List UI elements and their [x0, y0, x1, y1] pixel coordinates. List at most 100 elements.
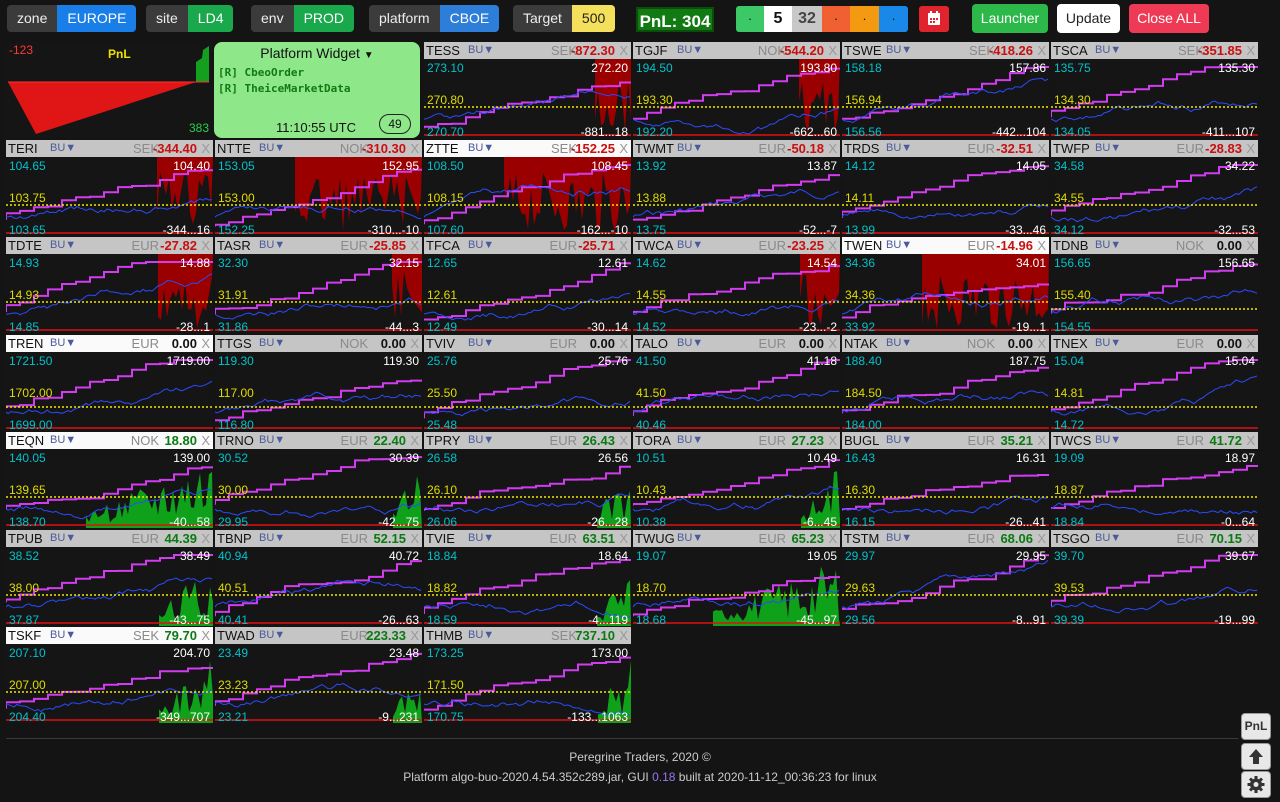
bu-dropdown[interactable]: BU▼: [1095, 432, 1121, 449]
bu-dropdown[interactable]: BU▼: [50, 627, 76, 644]
close-icon[interactable]: X: [410, 335, 419, 352]
bu-dropdown[interactable]: BU▼: [677, 335, 703, 352]
instrument-tile[interactable]: TWMT BU▼ EUR -50.18 X 13.92 13.88 13.75 13.87 -52…: [633, 139, 840, 236]
bu-dropdown[interactable]: BU▼: [50, 140, 76, 157]
tile-symbol[interactable]: TWUG: [635, 530, 675, 547]
instrument-tile[interactable]: TSKF BU▼ SEK 79.70 X 207.10 207.00 204.40 204.70…: [6, 627, 213, 723]
tile-header[interactable]: TRDS BU▼ EUR -32.51 X: [842, 139, 1049, 157]
tile-symbol[interactable]: TTGS: [217, 335, 252, 352]
instrument-tile[interactable]: TREN BU▼ EUR 0.00 X 1721.50 1702.00 1699.00 1719…: [6, 334, 213, 431]
site-selector[interactable]: site LD4: [146, 5, 234, 32]
instrument-tile[interactable]: ZTTE BU▼ SEK -152.25 X 108.50 108.15 107.60 108.…: [424, 139, 631, 236]
bu-dropdown[interactable]: BU▼: [1095, 237, 1121, 254]
close-icon[interactable]: X: [201, 140, 210, 157]
tile-header[interactable]: TRNO BU▼ EUR 22.40 X: [215, 432, 422, 449]
instrument-tile[interactable]: TWEN BU▼ EUR -14.96 X 34.36 34.36 33.92 34.01 -19…: [842, 237, 1049, 333]
instrument-tile[interactable]: THMB BU▼ SEK 737.10 X 173.25 171.50 170.75 173.0…: [424, 627, 631, 723]
instrument-tile[interactable]: TBNP BU▼ EUR 52.15 X 40.94 40.51 40.41 40.72 -26.…: [215, 529, 422, 626]
close-icon[interactable]: X: [1246, 335, 1255, 352]
zone-selector[interactable]: zone EUROPE: [7, 5, 137, 32]
update-button[interactable]: Update: [1057, 4, 1120, 33]
instrument-tile[interactable]: TASR BU▼ EUR -25.85 X 32.30 31.91 31.86 32.15 -44…: [215, 237, 422, 333]
instrument-tile[interactable]: TRDS BU▼ EUR -32.51 X 14.12 14.11 13.99 14.05 -33…: [842, 139, 1049, 236]
instrument-tile[interactable]: TSCA BU▼ SEK -351.85 X 135.75 134.30 134.05 135.…: [1051, 42, 1258, 138]
tile-header[interactable]: NTAK BU▼ NOK 0.00 X: [842, 334, 1049, 352]
counter-orange[interactable]: ·: [850, 6, 879, 32]
counter-red[interactable]: ·: [822, 6, 850, 32]
bu-dropdown[interactable]: BU▼: [1095, 140, 1121, 157]
instrument-tile[interactable]: TNEX BU▼ EUR 0.00 X 15.04 14.81 14.72 15.04: [1051, 334, 1258, 431]
tile-header[interactable]: TWEN BU▼ EUR -14.96 X: [842, 237, 1049, 254]
tile-header[interactable]: NTTE BU▼ NOK -310.30 X: [215, 139, 422, 157]
launcher-button[interactable]: Launcher: [972, 4, 1048, 33]
close-icon[interactable]: X: [619, 140, 628, 157]
bu-dropdown[interactable]: BU▼: [50, 237, 76, 254]
tile-symbol[interactable]: TGJF: [635, 42, 668, 59]
bu-dropdown[interactable]: BU▼: [677, 432, 703, 449]
tile-symbol[interactable]: TERI: [8, 140, 38, 157]
close-icon[interactable]: X: [201, 530, 210, 547]
tile-symbol[interactable]: TWCA: [635, 237, 673, 254]
tile-header[interactable]: TDTE BU▼ EUR -27.82 X: [6, 237, 213, 254]
tile-header[interactable]: ZTTE BU▼ SEK -152.25 X: [424, 139, 631, 157]
tile-symbol[interactable]: TRNO: [217, 432, 254, 449]
instrument-tile[interactable]: TWCA BU▼ EUR -23.25 X 14.62 14.55 14.52 14.54 -23…: [633, 237, 840, 333]
tile-header[interactable]: TWCA BU▼ EUR -23.25 X: [633, 237, 840, 254]
close-icon[interactable]: X: [619, 432, 628, 449]
counter-blue[interactable]: ·: [879, 6, 908, 32]
bu-dropdown[interactable]: BU▼: [259, 237, 285, 254]
close-icon[interactable]: X: [1246, 530, 1255, 547]
bu-dropdown[interactable]: BU▼: [468, 42, 494, 59]
close-icon[interactable]: X: [828, 530, 837, 547]
instrument-tile[interactable]: TDNB BU▼ NOK 0.00 X 156.65 155.40 154.55 156.65: [1051, 237, 1258, 333]
close-icon[interactable]: X: [619, 335, 628, 352]
counter-green[interactable]: ·: [736, 6, 764, 32]
tile-header[interactable]: TSGO BU▼ EUR 70.15 X: [1051, 529, 1258, 547]
bu-dropdown[interactable]: BU▼: [259, 627, 285, 644]
tile-header[interactable]: TTGS BU▼ NOK 0.00 X: [215, 334, 422, 352]
tile-symbol[interactable]: THMB: [426, 627, 463, 644]
tile-symbol[interactable]: TSGO: [1053, 530, 1090, 547]
target-control[interactable]: Target 500: [513, 5, 616, 32]
tile-symbol[interactable]: TWFP: [1053, 140, 1090, 157]
bu-dropdown[interactable]: BU▼: [259, 140, 285, 157]
instrument-tile[interactable]: TALO BU▼ EUR 0.00 X 41.50 41.50 40.46 41.18: [633, 334, 840, 431]
instrument-tile[interactable]: TSTM BU▼ EUR 68.06 X 29.97 29.63 29.56 29.95 -8..…: [842, 529, 1049, 626]
tile-symbol[interactable]: TASR: [217, 237, 251, 254]
tile-symbol[interactable]: TVIV: [426, 335, 455, 352]
tile-header[interactable]: TVIE BU▼ EUR 63.51 X: [424, 529, 631, 547]
tile-header[interactable]: TASR BU▼ EUR -25.85 X: [215, 237, 422, 254]
tile-header[interactable]: TORA BU▼ EUR 27.23 X: [633, 432, 840, 449]
tile-symbol[interactable]: TFCA: [426, 237, 460, 254]
tile-header[interactable]: TREN BU▼ EUR 0.00 X: [6, 334, 213, 352]
tile-header[interactable]: TDNB BU▼ NOK 0.00 X: [1051, 237, 1258, 254]
tile-symbol[interactable]: BUGL: [844, 432, 879, 449]
bu-dropdown[interactable]: BU▼: [886, 140, 912, 157]
bu-dropdown[interactable]: BU▼: [886, 42, 912, 59]
tile-symbol[interactable]: TWMT: [635, 140, 674, 157]
instrument-tile[interactable]: TESS BU▼ SEK -872.30 X 273.10 270.80 270.70 272.…: [424, 42, 631, 138]
close-icon[interactable]: X: [201, 335, 210, 352]
tile-header[interactable]: TWCS BU▼ EUR 41.72 X: [1051, 432, 1258, 449]
close-icon[interactable]: X: [1037, 237, 1046, 254]
close-icon[interactable]: X: [619, 237, 628, 254]
bu-dropdown[interactable]: BU▼: [677, 42, 703, 59]
tile-header[interactable]: THMB BU▼ SEK 737.10 X: [424, 627, 631, 644]
close-icon[interactable]: X: [410, 237, 419, 254]
close-icon[interactable]: X: [619, 530, 628, 547]
close-icon[interactable]: X: [828, 42, 837, 59]
tile-symbol[interactable]: TWAD: [217, 627, 255, 644]
tile-header[interactable]: TALO BU▼ EUR 0.00 X: [633, 334, 840, 352]
close-icon[interactable]: X: [1246, 237, 1255, 254]
close-icon[interactable]: X: [1037, 335, 1046, 352]
close-icon[interactable]: X: [828, 432, 837, 449]
tile-symbol[interactable]: NTAK: [844, 335, 878, 352]
tile-symbol[interactable]: NTTE: [217, 140, 251, 157]
instrument-tile[interactable]: NTTE BU▼ NOK -310.30 X 153.05 153.00 152.25 152.…: [215, 139, 422, 236]
tile-symbol[interactable]: TSWE: [844, 42, 882, 59]
tile-header[interactable]: TEQN BU▼ NOK 18.80 X: [6, 432, 213, 449]
tile-symbol[interactable]: TEQN: [8, 432, 44, 449]
bu-dropdown[interactable]: BU▼: [886, 530, 912, 547]
close-icon[interactable]: X: [1246, 42, 1255, 59]
close-icon[interactable]: X: [619, 42, 628, 59]
